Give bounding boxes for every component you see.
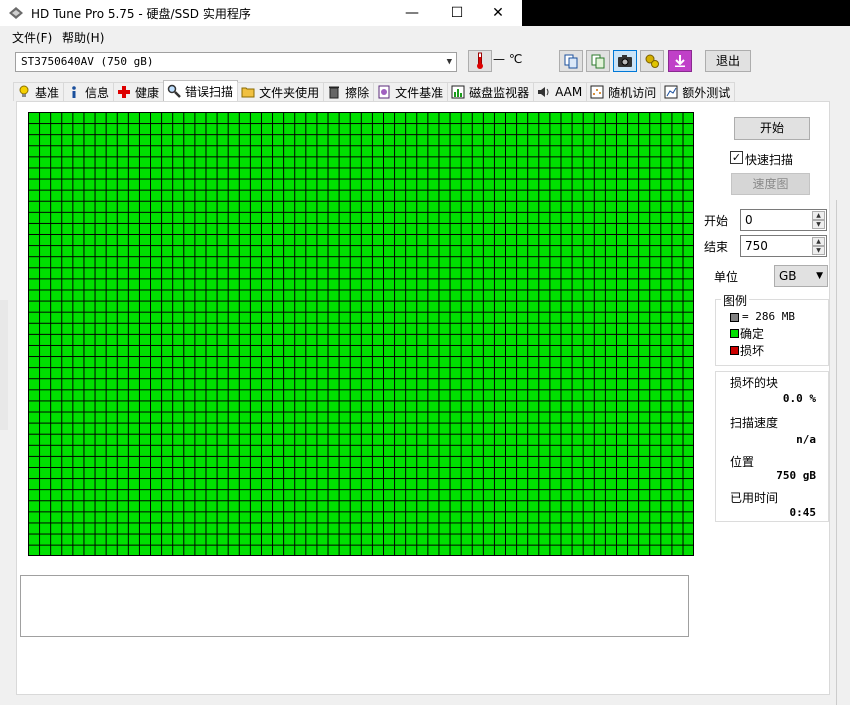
- desktop-background: [522, 0, 850, 26]
- block-size-label: = 286 MB: [742, 310, 795, 323]
- window-title: HD Tune Pro 5.75 - 硬盘/SSD 实用程序: [31, 7, 251, 21]
- tab-health[interactable]: 健康: [113, 82, 165, 101]
- exit-button[interactable]: 退出: [705, 50, 751, 72]
- tab-folder-usage[interactable]: 文件夹使用: [237, 82, 325, 101]
- damaged-blocks-label: 损坏的块: [730, 376, 779, 390]
- block-map: [28, 112, 694, 556]
- tab-info[interactable]: 信息: [63, 82, 115, 101]
- app-logo-icon: [9, 7, 23, 19]
- scan-speed-label: 扫描速度: [730, 416, 779, 430]
- tab-error-scan[interactable]: 错误扫描: [163, 80, 239, 101]
- screenshot-button[interactable]: [613, 50, 637, 72]
- options-button[interactable]: [640, 50, 664, 72]
- tab-bar: 基准 信息 健康 错误扫描 文件夹使用 擦除 文件基准 磁盘监视器 AAM 随机…: [13, 80, 736, 102]
- trash-icon: [329, 86, 340, 99]
- ok-label: 确定: [740, 327, 765, 341]
- ok-swatch: [730, 329, 739, 338]
- temperature-readout: — ℃: [493, 52, 523, 66]
- random-access-icon: [590, 85, 604, 99]
- end-position-label: 结束: [704, 240, 729, 254]
- background-window: [836, 200, 850, 705]
- end-position-input[interactable]: 750 ▲ ▼: [740, 235, 827, 257]
- start-position-input[interactable]: 0 ▲ ▼: [740, 209, 827, 231]
- elapsed-time-value: 0:45: [789, 506, 817, 519]
- block-size-swatch: [730, 313, 739, 322]
- save-icon: [675, 55, 685, 67]
- copy-all-icon: [591, 54, 605, 69]
- file-benchmark-icon: [378, 85, 390, 99]
- menu-bar: 文件(F) 帮助(H): [0, 26, 850, 46]
- folder-icon: [241, 87, 255, 98]
- legend-title: 图例: [721, 292, 750, 309]
- close-button[interactable]: ✕: [478, 0, 518, 26]
- drive-select[interactable]: ST3750640AV (750 gB) ▼: [15, 52, 457, 72]
- app-window: HD Tune Pro 5.75 - 硬盘/SSD 实用程序 — ☐ ✕ 文件(…: [0, 0, 850, 705]
- spin-down-icon[interactable]: ▼: [812, 246, 825, 255]
- title-bar[interactable]: HD Tune Pro 5.75 - 硬盘/SSD 实用程序 — ☐ ✕: [0, 0, 522, 26]
- menu-help[interactable]: 帮助(H): [62, 29, 104, 46]
- tab-benchmark[interactable]: 基准: [13, 82, 65, 101]
- scan-speed-value: n/a: [796, 433, 816, 446]
- quick-scan-checkbox[interactable]: ✓: [730, 151, 743, 164]
- monitor-icon: [451, 85, 465, 99]
- minimize-button[interactable]: —: [392, 0, 432, 26]
- tab-disk-monitor[interactable]: 磁盘监视器: [447, 82, 535, 101]
- magnifier-icon: [167, 84, 181, 98]
- copy-button[interactable]: [559, 50, 583, 72]
- speaker-icon: [538, 87, 549, 97]
- unit-select[interactable]: GB ▼: [774, 265, 828, 287]
- copy-icon: [564, 54, 578, 69]
- temperature-icon: [468, 50, 492, 72]
- speed-map-button[interactable]: 速度图: [731, 173, 810, 195]
- extra-tests-icon: [664, 85, 678, 99]
- tab-extra-tests[interactable]: 额外测试: [660, 82, 736, 101]
- damaged-label: 损坏: [740, 344, 765, 358]
- elapsed-time-label: 已用时间: [730, 491, 779, 505]
- tab-aam[interactable]: AAM: [533, 82, 588, 101]
- quick-scan-label: 快速扫描: [745, 153, 794, 167]
- health-cross-icon: [118, 86, 131, 98]
- unit-label: 单位: [714, 270, 739, 284]
- lightbulb-icon: [19, 85, 29, 97]
- tab-erase[interactable]: 擦除: [323, 82, 375, 101]
- scan-log[interactable]: [20, 575, 689, 637]
- copy-all-button[interactable]: [586, 50, 610, 72]
- screenshot-icon: [618, 55, 632, 67]
- tab-random-access[interactable]: 随机访问: [586, 82, 662, 101]
- info-icon: [72, 86, 76, 98]
- chevron-down-icon: ▼: [446, 57, 452, 67]
- maximize-button[interactable]: ☐: [437, 0, 477, 26]
- spin-down-icon[interactable]: ▼: [812, 220, 825, 229]
- damaged-swatch: [730, 346, 739, 355]
- save-button[interactable]: [668, 50, 692, 72]
- position-value: 750 gB: [776, 469, 816, 482]
- position-label: 位置: [730, 455, 755, 469]
- start-position-label: 开始: [704, 214, 729, 228]
- spin-up-icon[interactable]: ▲: [812, 211, 825, 220]
- drive-select-value: ST3750640AV (750 gB): [21, 55, 154, 68]
- background-window-left: [0, 300, 8, 430]
- options-icon: [645, 54, 659, 68]
- damaged-blocks-value: 0.0 %: [782, 392, 816, 405]
- spin-up-icon[interactable]: ▲: [812, 237, 825, 246]
- tab-file-benchmark[interactable]: 文件基准: [373, 82, 449, 101]
- menu-file[interactable]: 文件(F): [12, 29, 52, 46]
- chevron-down-icon: ▼: [816, 271, 823, 281]
- start-button[interactable]: 开始: [734, 117, 810, 140]
